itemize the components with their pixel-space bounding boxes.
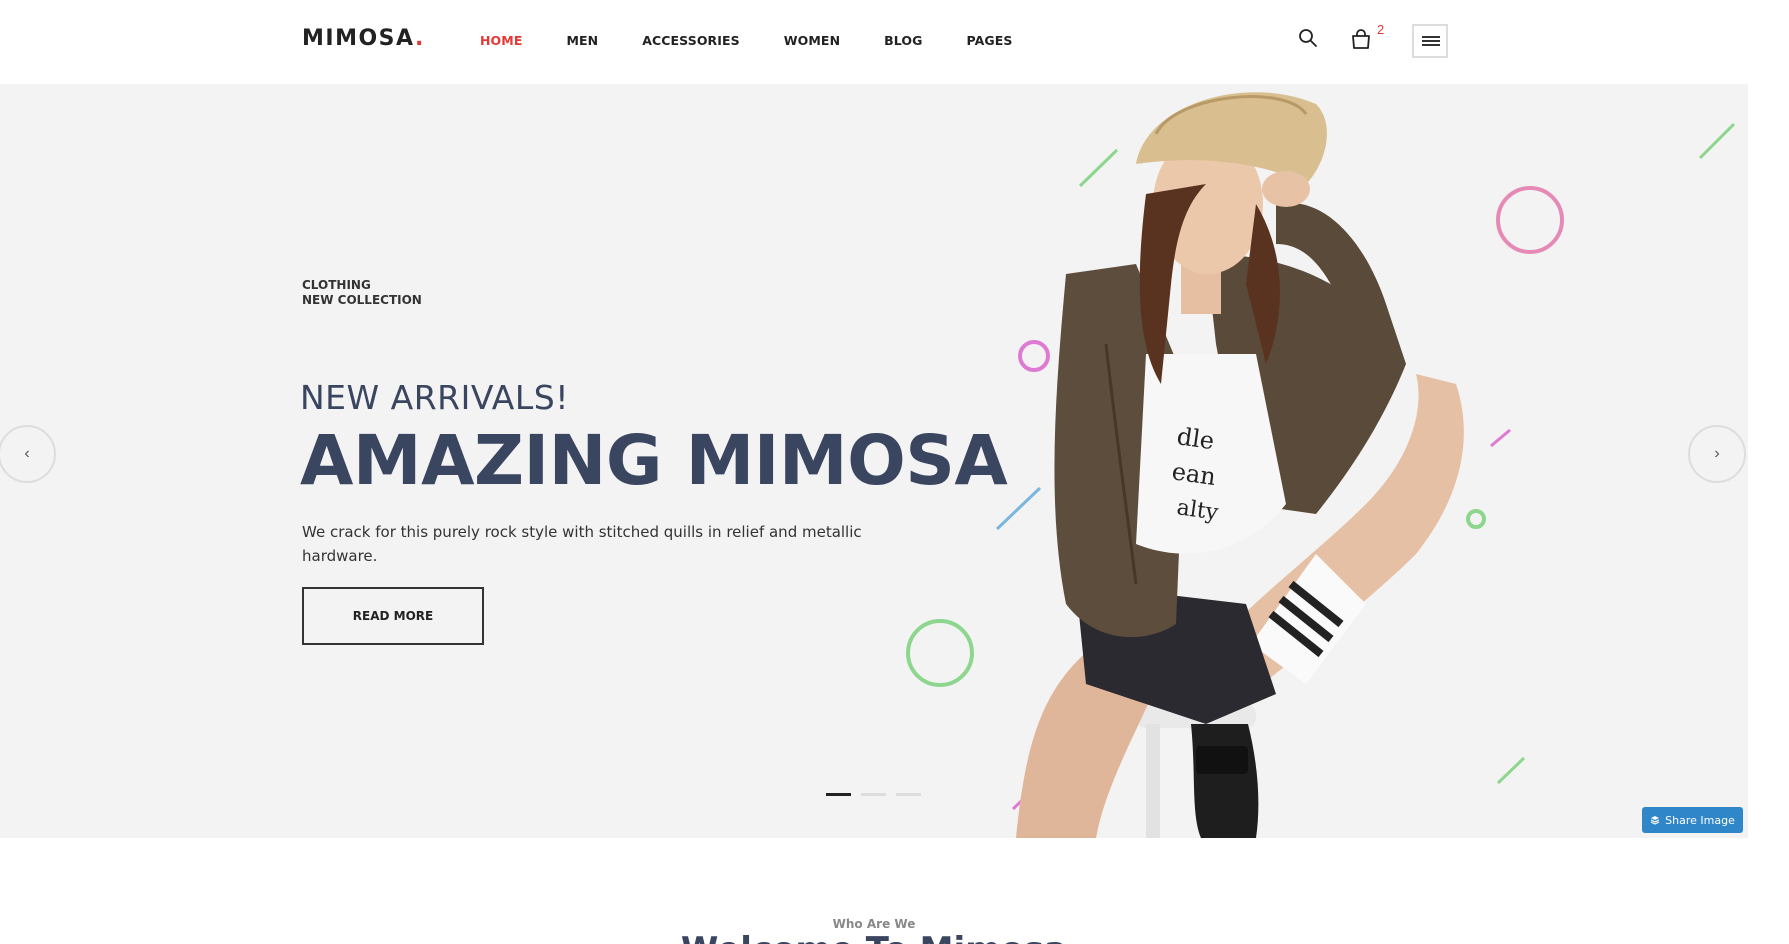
slide-dot-3[interactable]: [896, 793, 921, 796]
tagline-line-2: NEW COLLECTION: [302, 293, 422, 307]
logo[interactable]: MIMOSA.: [302, 26, 425, 51]
prev-slide-button[interactable]: ‹: [0, 425, 56, 483]
next-slide-button[interactable]: ›: [1688, 425, 1746, 483]
read-more-button[interactable]: READ MORE: [302, 587, 484, 645]
chevron-left-icon: ‹: [24, 445, 30, 462]
svg-text:dle: dle: [1175, 422, 1216, 455]
share-image-label: Share Image: [1665, 813, 1735, 827]
nav-women[interactable]: WOMEN: [784, 33, 840, 48]
nav-men[interactable]: MEN: [566, 33, 598, 48]
main-nav: HOME MEN ACCESSORIES WOMEN BLOG PAGES: [480, 33, 1056, 48]
share-image-button[interactable]: Share Image: [1642, 807, 1743, 833]
search-icon[interactable]: [1298, 28, 1318, 48]
about-heading: Welcome To Mimosa: [0, 930, 1748, 944]
nav-pages[interactable]: PAGES: [966, 33, 1012, 48]
chevron-right-icon: ›: [1714, 445, 1720, 462]
nav-blog[interactable]: BLOG: [884, 33, 922, 48]
logo-dot: .: [414, 26, 425, 51]
nav-home[interactable]: HOME: [480, 33, 522, 48]
site-header: MIMOSA. HOME MEN ACCESSORIES WOMEN BLOG …: [0, 0, 1789, 84]
hero-description: We crack for this purely rock style with…: [302, 523, 862, 565]
hero-subtitle: NEW ARRIVALS!: [300, 378, 569, 417]
tagline-line-1: CLOTHING: [302, 278, 371, 292]
about-kicker: Who Are We: [832, 917, 916, 931]
hero-slider: dle ean alty CLOTHING NEW COLLECTION NEW…: [0, 84, 1748, 838]
model-image: dle ean alty: [1016, 92, 1464, 838]
slide-dot-1[interactable]: [826, 793, 851, 796]
hamburger-menu-button[interactable]: [1412, 24, 1448, 58]
layers-icon: [1650, 816, 1660, 825]
hero-tagline: CLOTHING NEW COLLECTION: [302, 278, 422, 308]
hero-title: AMAZING MIMOSA: [300, 421, 1008, 501]
cart-icon[interactable]: [1350, 28, 1372, 50]
cart-count-badge: 2: [1377, 22, 1385, 37]
slide-dot-2[interactable]: [861, 793, 886, 796]
nav-accessories[interactable]: ACCESSORIES: [642, 33, 740, 48]
slider-pagination: [826, 793, 921, 796]
